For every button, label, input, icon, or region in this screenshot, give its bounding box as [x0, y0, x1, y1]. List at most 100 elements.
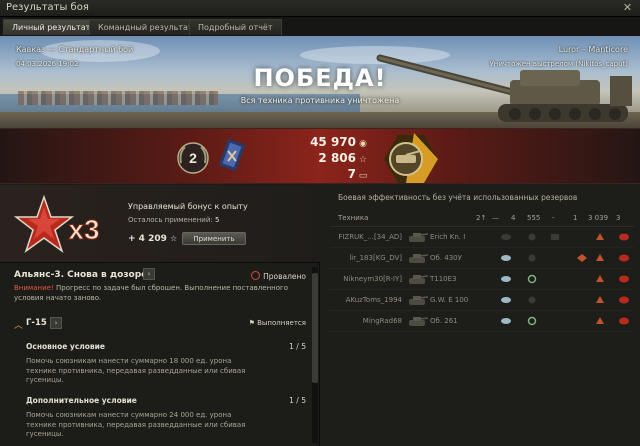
tank-name: T110E3 — [430, 275, 457, 283]
damage-icon — [596, 233, 604, 240]
flag-icon: ⚑ — [248, 319, 255, 327]
track-icon — [551, 234, 559, 240]
tank-icon — [409, 317, 428, 326]
column-header: 4 — [511, 214, 516, 222]
credits-icon: ◉ — [359, 139, 367, 149]
efficiency-table: Техника 2↑ — 4 555 - 1 3 039 3 FIZRUK_..… — [330, 209, 634, 332]
mission-status-label: Провалено — [263, 272, 306, 281]
medal-icon[interactable] — [218, 139, 246, 177]
left-panel: x3 Управляемый бонус к опыту Осталось пр… — [0, 185, 320, 446]
kill-icon — [619, 317, 629, 325]
spotted-icon — [501, 255, 511, 261]
battle-result-subtitle: Вся техника противника уничтожена — [240, 96, 400, 105]
damage-icon — [596, 254, 604, 261]
kill-icon — [619, 254, 629, 262]
xp-value: 2 806 — [318, 151, 356, 165]
warning-text: Прогресс по задаче был сброшен. Выполнен… — [14, 284, 288, 302]
mission-open-arrow-icon[interactable]: › — [143, 268, 155, 280]
xp-bonus-panel: x3 Управляемый бонус к опыту Осталось пр… — [0, 185, 320, 263]
table-header: Техника 2↑ — 4 555 - 1 3 039 3 — [330, 209, 634, 227]
condition-desc: Помочь союзникам нанести суммарно 18 000… — [26, 357, 246, 384]
table-row[interactable]: AKuzToms_1994 G.W. E 100 — [330, 290, 634, 311]
bonus-multiplier: x3 — [68, 214, 99, 245]
bonus-title: Управляемый бонус к опыту — [128, 202, 248, 211]
tank-icon — [409, 275, 428, 284]
right-panel: Боевая эффективность без учёта использов… — [320, 185, 640, 446]
rank-badge-icon: 2 — [177, 142, 209, 174]
condition-count: 1 / 5 — [289, 342, 306, 351]
kill-icon — [619, 296, 629, 304]
free-xp-value: 7 — [347, 167, 356, 181]
player-name: FIZRUK_...[34_AD] — [338, 233, 402, 241]
scrollbar-thumb[interactable] — [312, 273, 318, 383]
tab-team-result[interactable]: Командный результат — [89, 19, 202, 35]
free-xp-icon: ▭ — [358, 171, 368, 181]
spotted-icon — [501, 318, 511, 324]
sub-mission-status: ⚑ Выполняется — [249, 319, 306, 327]
tab-bar: Личный результат Командный результат Под… — [0, 17, 640, 36]
column-header: 3 039 — [588, 214, 609, 222]
kill-icon — [619, 275, 629, 283]
xp-star-icon: ☆ — [358, 155, 368, 165]
column-header: — — [492, 214, 499, 222]
mission-warning: Внимание! Прогресс по задаче был сброшен… — [14, 284, 304, 303]
mastery-badge-icon[interactable] — [384, 133, 438, 185]
table-row[interactable]: Nikneym30[R-IY] T110E3 — [330, 269, 634, 290]
tab-detailed-report[interactable]: Подробный отчёт — [189, 19, 282, 35]
sub-mission-name: Г-15 — [26, 318, 47, 328]
damage-icon — [596, 317, 604, 324]
bonus-remaining-label: Осталось применений: — [128, 216, 213, 224]
tank-icon — [409, 254, 428, 263]
bonus-xp-value: + 4 209 — [128, 234, 167, 244]
free-xp-line: 7 ▭ — [290, 167, 380, 181]
mission-title: Альянс-3. Снова в дозоре — [14, 270, 148, 280]
red-star-icon: x3 — [14, 194, 100, 253]
kill-icon — [619, 233, 629, 241]
table-row[interactable]: FIZRUK_...[34_AD] Erich Kn. I — [330, 227, 634, 248]
map-name: Кавказ — Стандартный бой — [16, 45, 134, 54]
column-header: 555 — [527, 214, 541, 222]
player-name: lir_183[KG_DV] — [349, 254, 402, 262]
xp-line: 2 806 ☆ — [290, 151, 380, 165]
damage-icon — [596, 275, 604, 282]
chevron-up-icon[interactable]: ︿ — [14, 318, 23, 331]
column-header: - — [552, 214, 555, 222]
bonus-remaining: Осталось применений: 5 — [128, 216, 219, 224]
battle-banner: Кавказ — Стандартный бой 04.03.2026 19:0… — [0, 36, 640, 128]
failed-icon — [251, 271, 261, 280]
extra-condition: Дополнительное условие 1 / 5 Помочь союз… — [26, 396, 306, 440]
damage-icon — [596, 296, 604, 303]
sub-mission-status-label: Выполняется — [257, 319, 306, 327]
mission-panel: Альянс-3. Снова в дозоре › Провалено Вни… — [8, 266, 310, 446]
main-condition: Основное условие 1 / 5 Помочь союзникам … — [26, 342, 306, 386]
window-title: Результаты боя — [6, 2, 89, 13]
tank-icon — [409, 296, 428, 305]
efficiency-title: Боевая эффективность без учёта использов… — [338, 193, 578, 202]
spotted-icon — [501, 234, 511, 240]
condition-title: Основное условие — [26, 342, 106, 351]
assist-icon — [527, 274, 537, 284]
warning-label: Внимание! — [14, 284, 54, 292]
assist-icon — [528, 296, 536, 304]
tab-personal-result[interactable]: Личный результат — [3, 19, 100, 35]
tank-name: Erich Kn. I — [430, 233, 466, 241]
column-header: 2↑ — [476, 214, 487, 222]
sub-mission-open-arrow-icon[interactable]: › — [50, 317, 62, 329]
bonus-xp: + 4 209 ☆ — [128, 234, 177, 244]
player-name: MingRad68 — [362, 317, 402, 325]
mission-status: Провалено — [251, 271, 306, 281]
column-header: 3 — [616, 214, 621, 222]
tank-name: Об. 430У — [430, 254, 462, 262]
table-row[interactable]: MingRad68 Об. 261 — [330, 311, 634, 332]
apply-bonus-button[interactable]: Применить — [182, 232, 246, 245]
close-icon[interactable]: ✕ — [621, 1, 634, 14]
scrollbar[interactable] — [312, 267, 318, 443]
bonus-remaining-value: 5 — [215, 216, 220, 224]
condition-title: Дополнительное условие — [26, 396, 137, 405]
spotted-icon — [501, 297, 511, 303]
window-titlebar: Результаты боя ✕ — [0, 0, 640, 17]
assist-icon — [527, 316, 537, 326]
credits-line: 45 970 ◉ — [290, 135, 380, 149]
table-row[interactable]: lir_183[KG_DV] Об. 430У — [330, 248, 634, 269]
battle-result-title: ПОБЕДА! — [253, 64, 387, 92]
